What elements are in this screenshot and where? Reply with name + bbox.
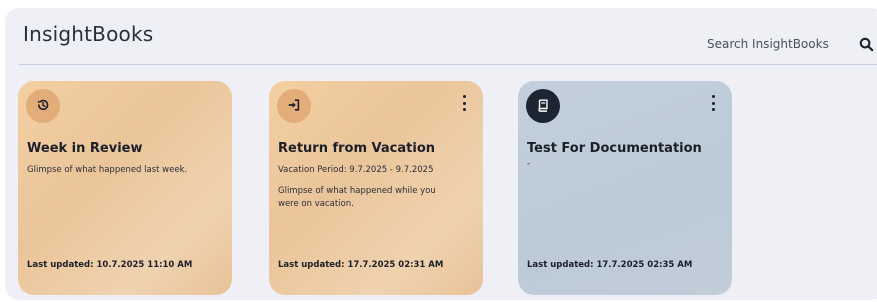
card-badge: [26, 89, 60, 123]
search-bar[interactable]: [707, 30, 877, 58]
card-description: -: [527, 159, 531, 169]
card-last-updated: Last updated: 10.7.2025 11:10 AM: [27, 260, 193, 270]
card-title: Test For Documentation: [527, 141, 702, 156]
header: InsightBooks: [5, 8, 877, 66]
kebab-dot: [711, 101, 715, 105]
card-menu-button[interactable]: [461, 95, 467, 111]
card-title: Week in Review: [27, 141, 143, 156]
card-last-updated: Last updated: 17.7.2025 02:31 AM: [278, 260, 444, 270]
history-icon: [36, 97, 50, 116]
kebab-dot: [462, 101, 466, 105]
card-description: Glimpse of what happened last week.: [27, 165, 188, 175]
header-divider: [19, 64, 877, 65]
kebab-dot: [711, 95, 715, 98]
card-vacation-period: Vacation Period: 9.7.2025 - 9.7.2025: [278, 165, 434, 175]
insightbook-card-return-from-vacation[interactable]: Return from Vacation Vacation Period: 9.…: [269, 81, 483, 295]
insightbook-card-test-for-documentation[interactable]: Test For Documentation - Last updated: 1…: [518, 81, 732, 295]
card-badge: [526, 89, 560, 123]
kebab-dot: [711, 108, 715, 111]
card-menu-button[interactable]: [710, 95, 716, 111]
book-icon: [536, 97, 550, 116]
card-title: Return from Vacation: [278, 141, 436, 156]
search-icon[interactable]: [857, 35, 875, 53]
kebab-dot: [462, 108, 466, 111]
card-description: Glimpse of what happened while you were …: [278, 186, 436, 209]
kebab-dot: [462, 95, 466, 98]
insightbooks-panel: InsightBooks Week in Review Glimp: [5, 8, 877, 300]
search-input[interactable]: [707, 34, 849, 54]
app-title: InsightBooks: [23, 22, 154, 46]
sign-in-icon: [287, 97, 301, 116]
card-last-updated: Last updated: 17.7.2025 02:35 AM: [527, 260, 693, 270]
insightbook-card-week-in-review[interactable]: Week in Review Glimpse of what happened …: [18, 81, 232, 295]
card-badge: [277, 89, 311, 123]
